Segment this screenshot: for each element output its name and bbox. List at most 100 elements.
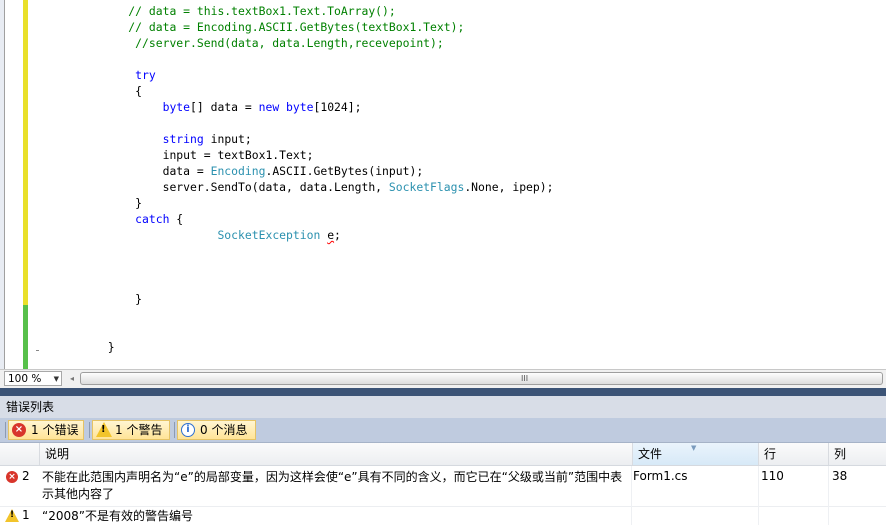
code-token: SocketException xyxy=(217,228,321,242)
grid-line xyxy=(828,466,829,525)
code-token: byte xyxy=(286,100,314,114)
code-token: input; xyxy=(203,132,252,146)
code-token: [] data = xyxy=(190,100,259,114)
row-number: 2 xyxy=(22,469,30,483)
errors-filter-button[interactable]: × 1 个错误 xyxy=(8,420,84,440)
editor-margin-line xyxy=(4,0,5,369)
header-description-label: 说明 xyxy=(45,447,70,461)
scroll-grip-icon: III xyxy=(521,374,529,383)
change-indicator-saved xyxy=(23,305,28,369)
code-line[interactable]: data = Encoding.ASCII.GetBytes(input); xyxy=(46,163,553,179)
errors-filter-label: 1 个错误 xyxy=(31,423,79,437)
code-line[interactable] xyxy=(46,323,553,339)
row-number: 1 xyxy=(22,508,30,522)
info-icon: i xyxy=(181,423,195,437)
row-line: 110 xyxy=(761,469,784,483)
messages-filter-label: 0 个消息 xyxy=(200,423,248,437)
code-token: .None, ipep); xyxy=(464,180,554,194)
code-line[interactable]: catch { xyxy=(46,211,553,227)
code-line[interactable] xyxy=(46,51,553,67)
scroll-left-icon[interactable]: ◂ xyxy=(66,372,78,386)
warnings-filter-label: 1 个警告 xyxy=(115,423,163,437)
code-editor[interactable]: // data = this.textBox1.Text.ToArray(); … xyxy=(0,0,886,369)
code-token: data = xyxy=(46,164,211,178)
code-line[interactable]: } xyxy=(46,195,553,211)
messages-filter-button[interactable]: i 0 个消息 xyxy=(177,420,256,440)
code-line[interactable]: //server.Send(data, data.Length,recevepo… xyxy=(46,35,553,51)
editor-horizontal-scrollbar-area: 100 % ▼ ◂ III xyxy=(0,369,886,388)
outline-fold-marker[interactable] xyxy=(36,350,39,351)
code-token: .ASCII.GetBytes(input); xyxy=(265,164,424,178)
error-list-panel: 错误列表 × 1 个错误 ! 1 个警告 i 0 个消息 说明 ▼ 文件 行 列… xyxy=(0,396,886,525)
code-line[interactable]: { xyxy=(46,83,553,99)
code-token: SocketFlags xyxy=(388,180,465,194)
code-line[interactable] xyxy=(46,259,553,275)
code-line[interactable]: SocketException e; xyxy=(46,227,553,243)
code-line[interactable]: } xyxy=(46,339,553,355)
code-token: { xyxy=(169,212,184,226)
table-row[interactable]: ! 1 “2008”不是有效的警告编号 xyxy=(0,507,886,525)
code-token: try xyxy=(135,68,156,82)
header-column-label: 列 xyxy=(834,447,847,461)
header-line[interactable]: 行 xyxy=(758,443,828,465)
warnings-filter-button[interactable]: ! 1 个警告 xyxy=(92,420,170,440)
header-icon-column[interactable] xyxy=(0,443,39,465)
row-description: 不能在此范围内声明名为“e”的局部变量，因为这样会使“e”具有不同的含义，而它已… xyxy=(42,470,623,501)
error-icon: × xyxy=(12,423,26,437)
code-token: ; xyxy=(334,228,341,242)
code-token: server.SendTo(data, data.Length, xyxy=(46,180,389,194)
code-token: //server.Send(data, data.Length,recevepo… xyxy=(135,36,444,50)
code-token: [1024]; xyxy=(313,100,362,114)
code-line[interactable]: // data = Encoding.ASCII.GetBytes(textBo… xyxy=(46,19,553,35)
table-row[interactable]: × 2 不能在此范围内声明名为“e”的局部变量，因为这样会使“e”具有不同的含义… xyxy=(0,466,886,507)
code-line[interactable]: } xyxy=(46,291,553,307)
code-token: // data = this.textBox1.Text.ToArray(); xyxy=(128,4,396,18)
code-line[interactable]: input = textBox1.Text; xyxy=(46,147,553,163)
row-file: Form1.cs xyxy=(633,469,688,483)
header-file-label: 文件 xyxy=(638,447,663,461)
header-column[interactable]: 列 xyxy=(828,443,886,465)
row-description: “2008”不是有效的警告编号 xyxy=(42,509,193,523)
code-token: catch xyxy=(135,212,170,226)
error-list-title: 错误列表 xyxy=(0,396,886,418)
code-line[interactable]: // data = this.textBox1.Text.ToArray(); xyxy=(46,3,553,19)
header-line-label: 行 xyxy=(764,447,777,461)
code-token: { xyxy=(46,84,143,98)
code-line[interactable]: server.SendTo(data, data.Length, SocketF… xyxy=(46,179,554,195)
header-description[interactable]: 说明 xyxy=(39,443,632,465)
code-text[interactable]: // data = this.textBox1.Text.ToArray(); … xyxy=(46,3,554,355)
code-line[interactable]: try xyxy=(46,67,553,83)
code-line[interactable] xyxy=(46,307,553,323)
chevron-down-icon[interactable]: ▼ xyxy=(54,372,59,387)
horizontal-scroll-thumb[interactable]: III xyxy=(80,372,883,385)
code-token: input = textBox1.Text; xyxy=(46,148,314,162)
code-token: string xyxy=(162,132,204,146)
code-token: } xyxy=(46,340,115,354)
code-line[interactable] xyxy=(46,243,553,259)
header-file[interactable]: ▼ 文件 xyxy=(632,443,758,465)
code-line[interactable] xyxy=(46,275,553,291)
code-token: new xyxy=(258,100,280,114)
code-token: byte xyxy=(162,100,191,114)
error-list-header: 说明 ▼ 文件 行 列 xyxy=(0,443,886,466)
zoom-dropdown[interactable]: 100 % ▼ xyxy=(4,371,62,386)
code-token: Encoding xyxy=(210,164,266,178)
code-line[interactable]: string input; xyxy=(46,131,553,147)
panel-splitter[interactable] xyxy=(0,388,886,396)
toolbar-separator xyxy=(5,422,6,438)
row-column: 38 xyxy=(832,469,848,483)
code-token: } xyxy=(46,196,143,210)
change-indicator-unsaved xyxy=(23,0,28,305)
toolbar-separator xyxy=(89,422,90,438)
error-icon: × xyxy=(6,471,18,483)
code-line[interactable] xyxy=(46,115,553,131)
error-list-toolbar: × 1 个错误 ! 1 个警告 i 0 个消息 xyxy=(0,418,886,443)
code-line[interactable]: byte[] data = new byte[1024]; xyxy=(46,99,553,115)
